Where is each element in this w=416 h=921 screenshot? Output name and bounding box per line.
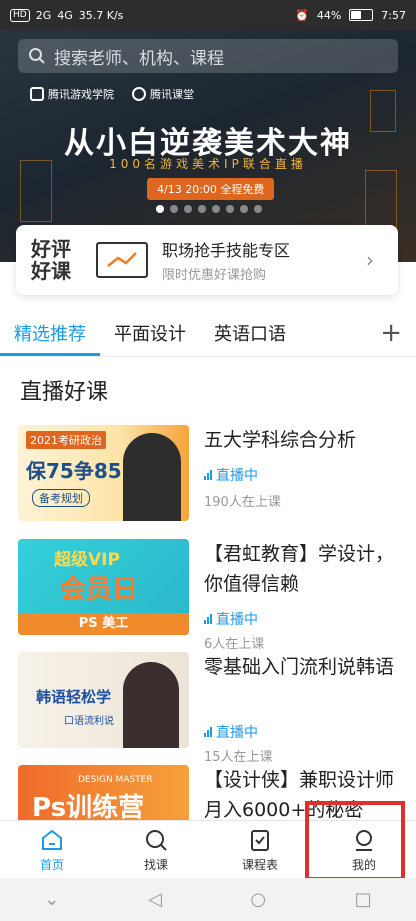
- category-tabs: 精选推荐 平面设计 英语口语 +: [0, 310, 416, 356]
- nav-home-label: 首页: [39, 858, 64, 872]
- nav-home[interactable]: 首页: [0, 821, 104, 879]
- course-title: 【君虹教育】学设计，你值得信赖: [204, 543, 395, 595]
- viewer-count: 15人在上课: [204, 750, 273, 765]
- live-bars-icon: [204, 727, 212, 737]
- recents-icon[interactable]: □: [355, 889, 372, 910]
- thumb-text: Ps训练营: [32, 793, 145, 820]
- sim-indicator: HD: [10, 8, 30, 22]
- course-thumbnail: DESIGN MASTER Ps训练营: [18, 765, 189, 820]
- course-item[interactable]: 韩语轻松学 口语流利说 零基础入门流利说韩语 直播中 15人在上课: [18, 652, 398, 765]
- network-speed: 35.7 K/s: [78, 8, 124, 22]
- search-placeholder: 搜索老师、机构、课程: [54, 48, 224, 69]
- search-input[interactable]: 搜索老师、机构、课程: [18, 39, 398, 73]
- alarm-icon: ⏰: [295, 8, 309, 22]
- promo-badge: 好评 好课: [16, 238, 86, 282]
- logo-tencent-classroom: 腾讯课堂: [132, 86, 194, 102]
- battery-icon: [349, 9, 374, 21]
- carousel-dot[interactable]: [226, 205, 234, 213]
- course-item[interactable]: 超级VIP 会员日 PS 美工 【君虹教育】学设计，你值得信赖 直播中 6人在上…: [18, 539, 398, 652]
- thumb-text: 保75争85: [26, 459, 122, 483]
- promo-badge-line2: 好课: [31, 259, 71, 283]
- game-academy-logo-icon: [30, 87, 44, 101]
- search-icon: [29, 48, 45, 64]
- course-title: 五大学科综合分析: [204, 429, 357, 451]
- banner-date: 4/13 20:00 全程免费: [147, 178, 275, 200]
- highlight-box: [305, 801, 405, 881]
- collapse-icon[interactable]: ⌄: [44, 889, 59, 910]
- viewer-count: 6人在上课: [204, 637, 265, 652]
- course-thumbnail: 超级VIP 会员日 PS 美工: [18, 539, 189, 635]
- live-status-text: 直播中: [216, 612, 258, 628]
- carousel-dot[interactable]: [184, 205, 192, 213]
- banner-logos: 腾讯游戏学院 腾讯课堂: [30, 86, 194, 102]
- nav-schedule[interactable]: 课程表: [208, 821, 312, 879]
- promo-subtitle: 限时优惠好课抢购: [162, 268, 267, 283]
- section-title: 直播好课: [20, 380, 109, 405]
- carousel-dot[interactable]: [156, 205, 164, 213]
- status-bar: HD 2G 4G 35.7 K/s ⏰ 44% 7:57: [0, 0, 416, 30]
- thumb-text: 超级VIP: [54, 550, 120, 570]
- course-thumbnail: 2021考研政治 保75争85 备考规划: [18, 425, 189, 521]
- live-status: 直播中: [204, 609, 258, 629]
- nav-find-course-label: 找课: [143, 858, 168, 872]
- tencent-classroom-logo-icon: [132, 87, 146, 101]
- system-navigation-bar: ⌄ ◁ ○ □: [0, 878, 416, 921]
- thumb-text: 备考规划: [32, 489, 90, 507]
- tab-featured[interactable]: 精选推荐: [0, 310, 100, 356]
- network-indicator-2: 4G: [57, 8, 73, 22]
- banner-decoration: [365, 170, 397, 232]
- schedule-icon: [251, 830, 269, 851]
- nav-find-course[interactable]: 找课: [104, 821, 208, 879]
- course-thumbnail: 韩语轻松学 口语流利说: [18, 652, 189, 748]
- live-status: 直播中: [204, 465, 258, 485]
- chevron-right-icon: ›: [366, 248, 374, 272]
- promo-badge-line1: 好评: [31, 237, 71, 261]
- course-title: 零基础入门流利说韩语: [204, 656, 395, 678]
- thumb-text: 韩语轻松学: [36, 688, 112, 706]
- home-icon: [42, 829, 62, 850]
- live-status-text: 直播中: [216, 468, 258, 484]
- battery-percent: 44%: [316, 8, 342, 22]
- search-icon: [146, 830, 167, 851]
- trend-chart-icon: [96, 242, 148, 278]
- network-indicator-1: 2G: [35, 8, 52, 22]
- thumb-text: PS 美工: [18, 613, 189, 635]
- logo-tencent-classroom-text: 腾讯课堂: [150, 88, 194, 101]
- home-circle-icon[interactable]: ○: [250, 889, 266, 910]
- add-tab-icon[interactable]: +: [380, 318, 402, 348]
- carousel-dot[interactable]: [240, 205, 248, 213]
- logo-game-academy-text: 腾讯游戏学院: [48, 88, 114, 101]
- promo-card[interactable]: 好评 好课 职场抢手技能专区 限时优惠好课抢购 ›: [16, 225, 398, 295]
- carousel-dot[interactable]: [170, 205, 178, 213]
- carousel-dots[interactable]: [156, 205, 262, 213]
- back-icon[interactable]: ◁: [148, 889, 162, 910]
- carousel-dot[interactable]: [212, 205, 220, 213]
- thumb-text: DESIGN MASTER: [78, 775, 153, 785]
- tabs-divider: [0, 356, 416, 357]
- promo-title: 职场抢手技能专区: [162, 241, 291, 260]
- carousel-dot[interactable]: [254, 205, 262, 213]
- thumb-text: 口语流利说: [64, 716, 114, 727]
- teacher-photo: [123, 433, 181, 521]
- tab-graphic-design[interactable]: 平面设计: [100, 310, 200, 356]
- banner-subline: 100名游戏美术IP联合直播: [109, 157, 307, 171]
- tab-english-speaking[interactable]: 英语口语: [200, 310, 300, 356]
- logo-game-academy: 腾讯游戏学院: [30, 86, 114, 102]
- thumb-text: 会员日: [60, 575, 139, 605]
- viewer-count: 190人在上课: [204, 495, 281, 510]
- live-bars-icon: [204, 614, 212, 624]
- live-bars-icon: [204, 470, 212, 480]
- teacher-photo: [123, 662, 179, 748]
- course-item[interactable]: 2021考研政治 保75争85 备考规划 五大学科综合分析 直播中 190人在上…: [18, 425, 398, 525]
- carousel-dot[interactable]: [198, 205, 206, 213]
- thumb-text: 2021考研政治: [26, 431, 106, 449]
- nav-schedule-label: 课程表: [241, 858, 278, 872]
- clock: 7:57: [381, 8, 406, 22]
- live-status: 直播中: [204, 722, 258, 742]
- live-status-text: 直播中: [216, 725, 258, 741]
